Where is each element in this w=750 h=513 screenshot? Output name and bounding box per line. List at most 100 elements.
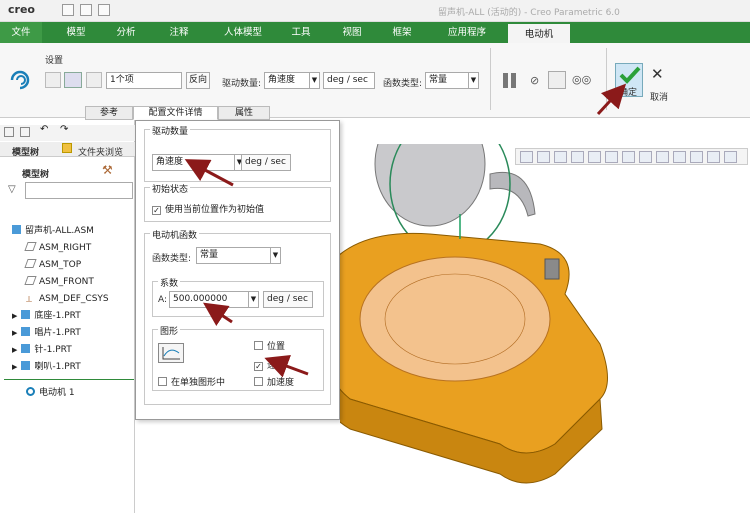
- tree-item-part[interactable]: ▶ 喇叭-1.PRT: [12, 360, 81, 375]
- horn-shape: [374, 144, 486, 227]
- display-style-icon[interactable]: [605, 151, 618, 163]
- save-icon[interactable]: [20, 127, 30, 137]
- func-type-dropdown[interactable]: 常量: [196, 247, 271, 264]
- app-logo: creo: [8, 3, 35, 16]
- spin-center-icon[interactable]: [690, 151, 703, 163]
- perspective-icon[interactable]: [639, 151, 652, 163]
- tree-item-part[interactable]: ▶ 唱片-1.PRT: [12, 326, 81, 341]
- reference-field[interactable]: 1个项: [106, 72, 182, 89]
- chevron-down-icon[interactable]: ▼: [309, 72, 320, 89]
- part-icon: [21, 361, 31, 370]
- csys-icon: ⟂: [26, 295, 33, 305]
- tree-item-part[interactable]: ▶ 针-1.PRT: [12, 343, 72, 358]
- chevron-down-icon[interactable]: ▼: [270, 247, 281, 264]
- checkbox-checked[interactable]: ✓: [152, 206, 161, 215]
- single-graph-checkbox[interactable]: 在单独图形中: [158, 375, 225, 388]
- tab-profile-details[interactable]: 配置文件详情: [133, 106, 218, 120]
- motor-icon: [26, 387, 35, 396]
- no-icon[interactable]: ⊘: [530, 74, 539, 87]
- velocity-checkbox[interactable]: ✓ 速度: [254, 358, 285, 371]
- rotation-icon[interactable]: [64, 72, 82, 88]
- tree-item-motor[interactable]: 电动机 1: [26, 386, 75, 401]
- cancel-label[interactable]: 取消: [650, 90, 668, 103]
- assembly-icon: [12, 225, 21, 234]
- datum-display-icon[interactable]: [673, 151, 686, 163]
- redo-icon[interactable]: ↷: [60, 124, 68, 135]
- expand-icon[interactable]: ▶: [12, 363, 17, 371]
- chevron-down-icon[interactable]: ▼: [248, 291, 259, 308]
- save-icon[interactable]: [98, 4, 110, 16]
- tab-references[interactable]: 参考: [85, 106, 133, 120]
- driven-qty-label: 驱动数量:: [222, 79, 262, 89]
- tree-item-assembly[interactable]: 留声机-ALL.ASM: [12, 224, 94, 239]
- menu-applications[interactable]: 应用程序: [436, 22, 498, 43]
- tree-item-part[interactable]: ▶ 底座-1.PRT: [12, 309, 81, 324]
- motor-feature-icon: [10, 70, 30, 90]
- chevron-down-icon[interactable]: ▼: [468, 72, 479, 89]
- undo-icon[interactable]: ↶: [40, 124, 48, 135]
- ok-button[interactable]: 确定: [615, 63, 643, 98]
- graph-settings-icon[interactable]: [548, 71, 566, 89]
- new-icon[interactable]: [4, 127, 14, 137]
- reverse-button[interactable]: 反向: [186, 72, 210, 89]
- view-toolbar: [515, 148, 748, 165]
- tab-folder-browser[interactable]: 文件夹浏览: [78, 145, 123, 158]
- tree-item-csys[interactable]: ⟂ ASM_DEF_CSYS: [26, 292, 109, 307]
- menu-manikin[interactable]: 人体模型: [212, 22, 274, 43]
- section-icon[interactable]: [656, 151, 669, 163]
- view-manager-icon[interactable]: [622, 151, 635, 163]
- motion-axis-icon[interactable]: [45, 72, 61, 88]
- refit-icon[interactable]: [520, 151, 533, 163]
- zoom-in-icon[interactable]: [537, 151, 550, 163]
- annotation-display-icon[interactable]: [707, 151, 720, 163]
- units-field: deg / sec: [323, 72, 375, 89]
- search-input[interactable]: [25, 182, 133, 199]
- menu-frame[interactable]: 框架: [383, 22, 421, 43]
- menu-analysis[interactable]: 分析: [105, 22, 147, 43]
- model-tree-panel: ↶ ↷ 模型树 文件夹浏览 模型树 ⚒ ▽ 留声机-ALL.ASM ASM_RI…: [0, 120, 135, 513]
- coef-group-title: 系数: [158, 276, 181, 289]
- saved-views-icon[interactable]: [588, 151, 601, 163]
- menu-annotate[interactable]: 注释: [158, 22, 200, 43]
- func-type-dropdown[interactable]: 常量: [425, 72, 469, 89]
- tree-item-plane[interactable]: ASM_TOP: [24, 258, 81, 273]
- graphics-window[interactable]: [340, 144, 750, 513]
- menu-file[interactable]: 文件: [0, 22, 42, 43]
- csys-display-icon[interactable]: [724, 151, 737, 163]
- coef-input[interactable]: 500.000000: [169, 291, 249, 308]
- new-file-icon[interactable]: [62, 4, 74, 16]
- menu-tools[interactable]: 工具: [282, 22, 320, 43]
- zoom-out-icon[interactable]: [554, 151, 567, 163]
- accel-checkbox[interactable]: 加速度: [254, 375, 294, 388]
- plot-graph-button[interactable]: [158, 343, 184, 363]
- pause-icon[interactable]: [511, 73, 516, 88]
- repaint-icon[interactable]: [571, 151, 584, 163]
- tree-item-plane[interactable]: ASM_RIGHT: [24, 241, 91, 256]
- menu-motor[interactable]: 电动机: [508, 22, 570, 43]
- tab-properties[interactable]: 属性: [218, 106, 270, 120]
- translation-icon[interactable]: [86, 72, 102, 88]
- expand-icon[interactable]: ▶: [12, 312, 17, 320]
- tree-item-plane[interactable]: ASM_FRONT: [24, 275, 94, 290]
- init-state-checkbox[interactable]: ✓ 使用当前位置作为初始值: [152, 202, 264, 215]
- menu-model[interactable]: 模型: [55, 22, 97, 43]
- driven-qty-dropdown[interactable]: 角速度: [264, 72, 310, 89]
- ribbon-divider: [606, 48, 607, 110]
- expand-icon[interactable]: ▶: [12, 329, 17, 337]
- position-checkbox[interactable]: 位置: [254, 339, 285, 352]
- driven-qty-dropdown[interactable]: 角速度: [152, 154, 235, 171]
- needle-arm: [544, 258, 560, 280]
- checkbox-checked[interactable]: ✓: [254, 362, 263, 371]
- filter-icon[interactable]: ▽: [8, 184, 16, 195]
- pause-icon[interactable]: [503, 73, 508, 88]
- open-file-icon[interactable]: [80, 4, 92, 16]
- glasses-icon[interactable]: ◎◎: [572, 73, 591, 86]
- ok-label: 确定: [619, 88, 638, 98]
- menu-view[interactable]: 视图: [333, 22, 371, 43]
- tab-model-tree[interactable]: 模型树: [12, 145, 39, 158]
- horn-arm: [489, 171, 536, 217]
- close-icon[interactable]: ✕: [651, 65, 664, 83]
- expand-icon[interactable]: ▶: [12, 346, 17, 354]
- settings-icon[interactable]: ⚒: [102, 163, 113, 177]
- motor-func-group-title: 电动机函数: [150, 228, 200, 241]
